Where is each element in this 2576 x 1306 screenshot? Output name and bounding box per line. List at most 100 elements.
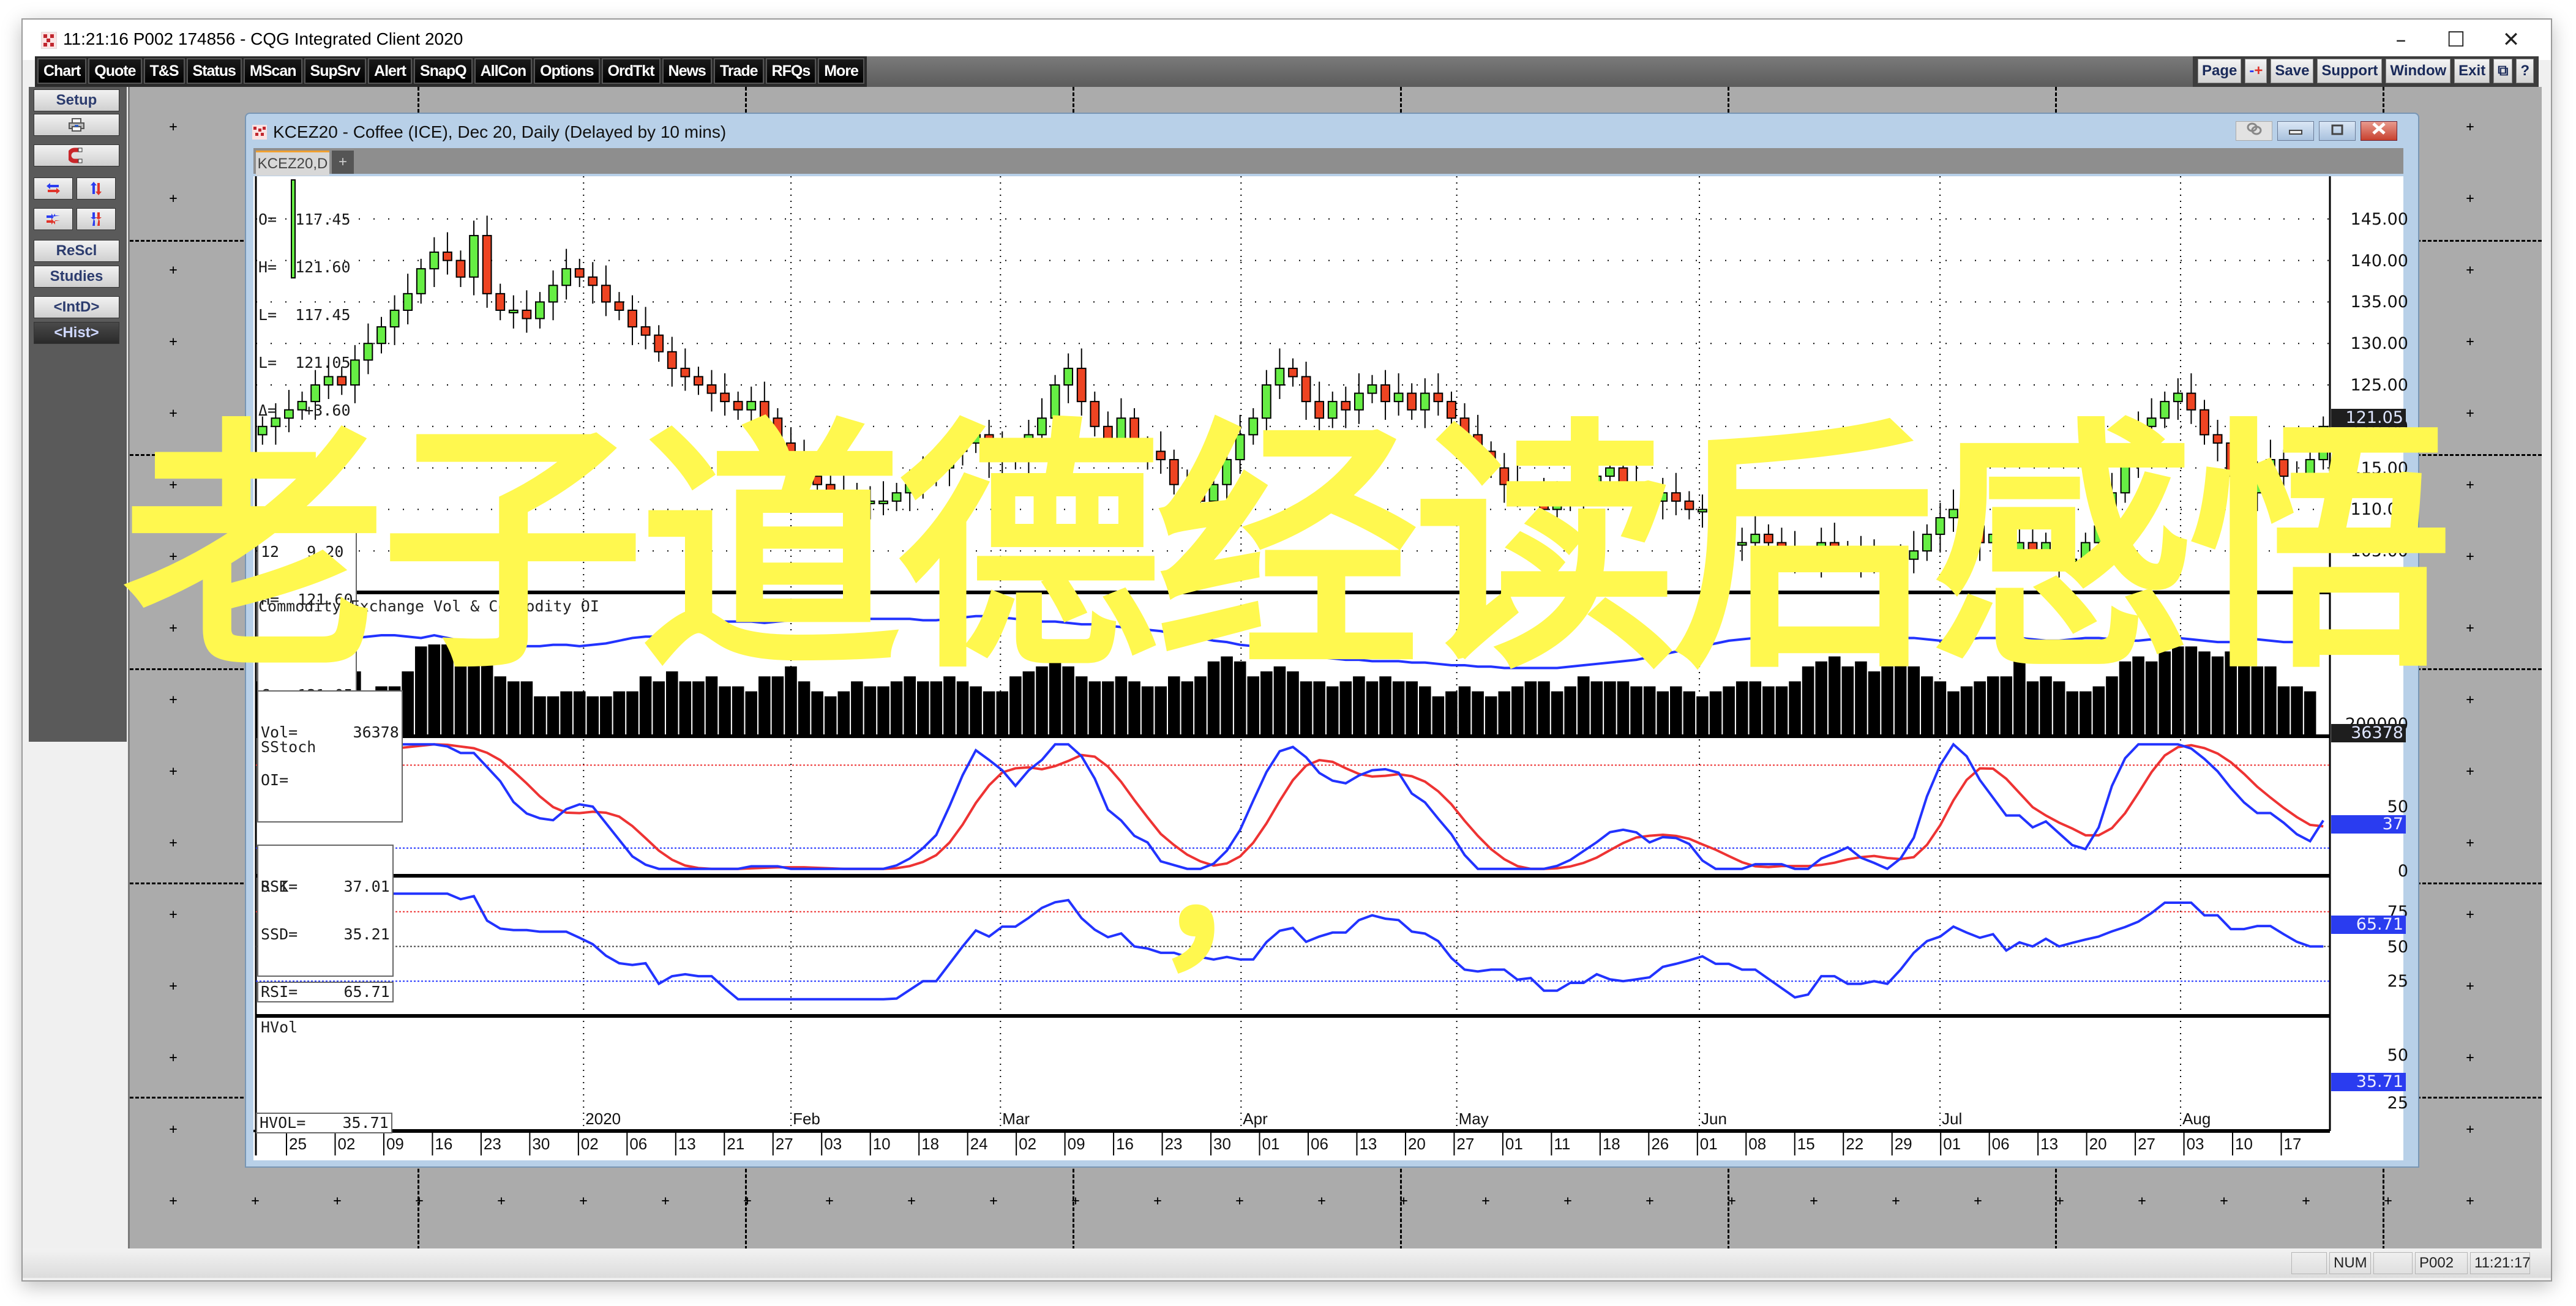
grid-cross-marker: + xyxy=(1235,1193,1244,1209)
toolbar-zoom-button[interactable]: - + xyxy=(2245,59,2267,83)
bar-readout-line: 12 9.20 xyxy=(261,543,344,561)
volume-bar xyxy=(1485,696,1497,736)
toolbar-save-button[interactable]: Save xyxy=(2271,59,2314,83)
volume-bar xyxy=(705,676,718,736)
candle-down xyxy=(1090,401,1100,427)
volume-bar xyxy=(1432,696,1445,736)
toolbar-chart-button[interactable]: Chart xyxy=(37,58,87,84)
candle-up xyxy=(1592,476,1602,485)
candle-up xyxy=(1275,367,1285,386)
candle-down xyxy=(1975,525,1985,543)
volume-bar xyxy=(1366,681,1379,736)
chart-minimize-button[interactable] xyxy=(2277,121,2314,141)
toolbar-snapq-button[interactable]: SnapQ xyxy=(414,58,473,84)
expand-vertical-button[interactable] xyxy=(77,177,116,200)
link-button[interactable] xyxy=(2236,121,2272,141)
close-button[interactable]: ✕ xyxy=(2484,24,2539,55)
toolbar-exit-button[interactable]: Exit xyxy=(2454,59,2490,83)
toolbar-window-button[interactable]: Window xyxy=(2386,59,2451,83)
volume-bar xyxy=(1590,681,1603,736)
expand-horizontal-button[interactable] xyxy=(34,177,73,200)
volume-bar xyxy=(1392,681,1405,736)
minimize-button[interactable]: – xyxy=(2373,24,2428,55)
volume-bar xyxy=(1088,681,1101,736)
toolbar-help-button[interactable]: ? xyxy=(2516,59,2534,83)
print-button[interactable] xyxy=(34,114,119,136)
date-label: 30 xyxy=(1213,1135,1231,1153)
toolbar-options-button[interactable]: Options xyxy=(534,58,600,84)
toolbar-allcon-button[interactable]: AllCon xyxy=(474,58,533,84)
toolbar-trade-button[interactable]: Trade xyxy=(713,58,764,84)
volume-bar xyxy=(732,686,744,736)
grid-cross-marker: + xyxy=(989,1193,998,1209)
grid-cross-marker: + xyxy=(2384,1193,2392,1209)
rescale-button[interactable]: ReScl xyxy=(34,240,119,262)
candle-up xyxy=(2173,392,2183,403)
grid-cross-marker: + xyxy=(2466,1050,2474,1065)
compress-horizontal-button[interactable] xyxy=(34,208,73,230)
tab-kcez20-daily[interactable]: KCEZ20,D xyxy=(256,151,329,176)
chart-close-button[interactable] xyxy=(2361,121,2397,141)
date-label: 15 xyxy=(1797,1135,1815,1153)
app-title: 11:21:16 P002 174856 - CQG Integrated Cl… xyxy=(63,29,463,48)
volume-bar xyxy=(1934,681,1947,736)
link-icon xyxy=(2247,122,2262,135)
toolbar-quote-button[interactable]: Quote xyxy=(88,58,142,84)
historical-button[interactable]: <Hist> xyxy=(34,322,119,344)
toolbar-more-button[interactable]: More xyxy=(818,58,864,84)
setup-button[interactable]: Setup xyxy=(34,89,119,111)
month-label: 2020 xyxy=(585,1110,621,1128)
chart-restore-button[interactable] xyxy=(2319,121,2356,141)
volume-readout: Vol= 36378 OI= xyxy=(257,690,403,823)
toolbar-news-button[interactable]: News xyxy=(662,58,712,84)
magnet-button[interactable] xyxy=(34,144,119,166)
volume-bar xyxy=(2013,661,2026,736)
toolbar-ordtkt-button[interactable]: OrdTkt xyxy=(601,58,661,84)
ssk-line xyxy=(261,742,2324,871)
candle-up xyxy=(1578,483,1589,494)
grid-cross-marker: + xyxy=(251,1193,260,1209)
candle-up xyxy=(971,434,981,444)
grid-cross-marker: + xyxy=(2466,979,2474,994)
candle-up xyxy=(1261,384,1271,419)
volume-bar xyxy=(970,686,982,736)
volume-bar xyxy=(1974,681,1986,736)
intraday-button[interactable]: <IntD> xyxy=(34,296,119,318)
toolbar-tile-button[interactable]: ⧉ xyxy=(2493,59,2513,83)
month-label: Feb xyxy=(793,1110,820,1128)
maximize-button[interactable]: ☐ xyxy=(2428,24,2484,55)
open-interest-line xyxy=(261,614,2310,670)
candle-up xyxy=(2094,525,2104,543)
volume-bar xyxy=(2251,666,2264,736)
volume-bar xyxy=(1141,686,1154,736)
toolbar-alert-button[interactable]: Alert xyxy=(368,58,413,84)
compress-vertical-button[interactable] xyxy=(77,208,116,230)
rsi-last-tag: 65.71 xyxy=(2331,915,2406,934)
toolbar-supsrv-button[interactable]: SupSrv xyxy=(304,58,367,84)
grid-cross-marker: + xyxy=(2466,263,2474,278)
chart-plot-area[interactable]: O= 117.45 H= 121.60 L= 117.45 L= 121.05 … xyxy=(253,176,2408,1160)
toolbar-mscan-button[interactable]: MScan xyxy=(243,58,302,84)
toolbar-t-s-button[interactable]: T&S xyxy=(143,58,185,84)
grid-cross-marker: + xyxy=(169,764,178,779)
candle-down xyxy=(1301,376,1311,403)
volume-bar xyxy=(2237,646,2250,736)
add-tab-button[interactable]: + xyxy=(332,151,354,174)
month-label: Apr xyxy=(1243,1110,1268,1128)
volume-bar xyxy=(665,671,678,736)
toolbar-support-button[interactable]: Support xyxy=(2317,59,2383,83)
volume-bar xyxy=(1379,676,1391,736)
studies-button[interactable]: Studies xyxy=(34,266,119,288)
oi-value: OI= xyxy=(261,771,289,789)
candle-up xyxy=(2080,542,2091,560)
grid-cross-marker: + xyxy=(2466,1193,2474,1209)
price-axis-label: 130.00 xyxy=(2350,334,2408,354)
chart-canvas[interactable] xyxy=(253,176,2403,1160)
candle-down xyxy=(1459,417,1470,436)
toolbar-status-button[interactable]: Status xyxy=(186,58,242,84)
toolbar-page-button[interactable]: Page xyxy=(2197,59,2242,83)
rsi-pane-label: RSI xyxy=(261,878,289,895)
volume-bar xyxy=(1723,686,1735,736)
toolbar-rfqs-button[interactable]: RFQs xyxy=(765,58,817,84)
date-label: 27 xyxy=(2138,1135,2156,1153)
